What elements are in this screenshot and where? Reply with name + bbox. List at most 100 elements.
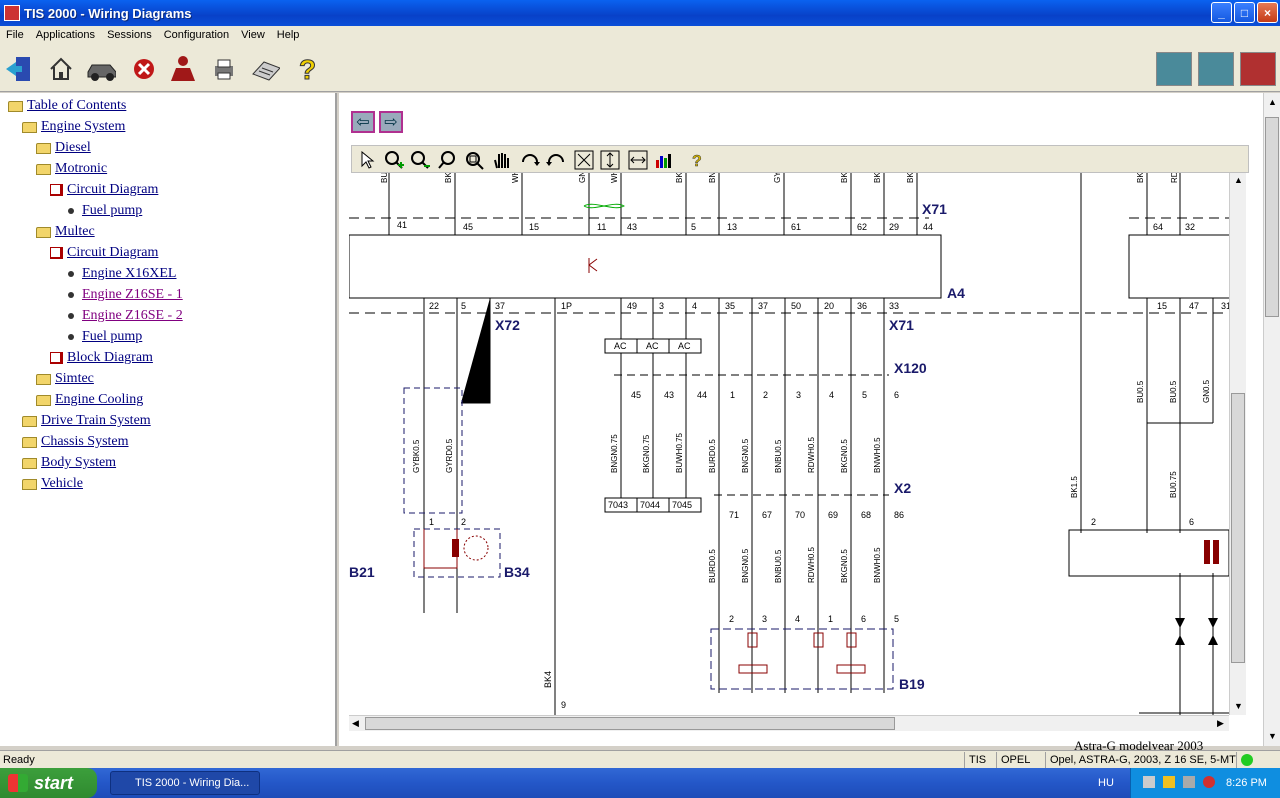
tree-node[interactable]: Table of Contents — [8, 97, 126, 115]
tree-node[interactable]: Circuit Diagram — [50, 181, 158, 199]
menu-file[interactable]: File — [0, 29, 30, 41]
tree-node[interactable]: Block Diagram — [50, 349, 153, 367]
back-button[interactable]: ⇦ — [351, 111, 375, 133]
rotate-cw-icon[interactable] — [520, 150, 540, 170]
pointer-icon[interactable] — [358, 150, 378, 170]
tree-node[interactable]: Engine Cooling — [36, 391, 143, 409]
wire-label: GY — [773, 173, 782, 183]
maximize-button[interactable]: □ — [1234, 2, 1255, 23]
viewer-toolbar: ? — [351, 145, 1249, 173]
tree-node[interactable]: Diesel — [36, 139, 91, 157]
tree-node[interactable]: Engine Z16SE - 2 — [64, 307, 183, 325]
tree-node[interactable]: Engine X16XEL — [64, 265, 176, 283]
minimize-button[interactable]: _ — [1211, 2, 1232, 23]
diagram-vertical-scrollbar[interactable]: ▲ ▼ — [1229, 173, 1246, 715]
tree-node[interactable]: Chassis System — [22, 433, 129, 451]
stop-icon[interactable] — [129, 54, 159, 84]
pin-label: 44 — [923, 222, 933, 232]
pin-label: 2 — [729, 614, 734, 624]
diagram-horizontal-scrollbar[interactable]: ◀ ▶ — [349, 715, 1229, 731]
vehicle-icon[interactable] — [86, 54, 116, 84]
scroll-left-icon[interactable]: ◀ — [352, 718, 359, 729]
menu-help[interactable]: Help — [271, 29, 306, 41]
zoom-out-icon[interactable] — [410, 150, 430, 170]
pin-label: 29 — [889, 222, 899, 232]
menu-sessions[interactable]: Sessions — [101, 29, 158, 41]
shield-icon[interactable] — [1163, 776, 1175, 788]
folder-icon — [36, 394, 51, 406]
scroll-thumb[interactable] — [1265, 117, 1279, 317]
module-1-icon[interactable] — [1156, 52, 1192, 86]
fit-width-icon[interactable] — [628, 150, 648, 170]
scroll-down-icon[interactable]: ▼ — [1234, 701, 1243, 711]
print-icon[interactable] — [209, 54, 239, 84]
help-icon[interactable]: ? — [688, 150, 708, 170]
user-icon[interactable] — [168, 54, 198, 84]
tree-node[interactable]: Fuel pump — [64, 202, 142, 220]
tree-node[interactable]: Vehicle — [22, 475, 83, 493]
network-icon[interactable] — [1143, 776, 1155, 788]
folder-open-icon — [36, 163, 51, 175]
menu-configuration[interactable]: Configuration — [158, 29, 235, 41]
page-vertical-scrollbar[interactable]: ▲ ▼ — [1263, 93, 1280, 746]
scroll-thumb[interactable] — [365, 717, 895, 730]
speaker-icon[interactable] — [1183, 776, 1195, 788]
connector-label: A4 — [947, 285, 965, 301]
wire-label: BNWH0.5 — [873, 437, 882, 473]
wire-label: RDWH0.5 — [807, 546, 816, 583]
tree-node[interactable]: Motronic — [36, 160, 107, 178]
menu-view[interactable]: View — [235, 29, 271, 41]
pin-label: 68 — [861, 510, 871, 520]
zoom-area-icon[interactable] — [464, 150, 484, 170]
start-button[interactable]: start — [0, 768, 97, 798]
taskbar-item-tis[interactable]: TIS 2000 - Wiring Dia... — [110, 771, 260, 795]
fit-page-icon[interactable] — [574, 150, 594, 170]
help-icon[interactable]: ? — [292, 54, 322, 84]
tree-node[interactable]: Engine Z16SE - 1 — [64, 286, 183, 304]
pin-label: 1P — [561, 301, 572, 311]
scroll-thumb[interactable] — [1231, 393, 1245, 663]
wire-label: RD — [1170, 173, 1179, 183]
home-icon[interactable] — [46, 54, 76, 84]
color-icon[interactable] — [654, 150, 674, 170]
fit-height-icon[interactable] — [600, 150, 620, 170]
module-2-icon[interactable] — [1198, 52, 1234, 86]
language-indicator[interactable]: HU — [1098, 777, 1114, 789]
pin-label: 33 — [889, 301, 899, 311]
zoom-icon[interactable] — [438, 150, 458, 170]
exit-icon[interactable] — [4, 54, 34, 84]
pin-label: 15 — [529, 222, 539, 232]
module-3-icon[interactable] — [1240, 52, 1276, 86]
clock[interactable]: 8:26 PM — [1226, 777, 1267, 789]
wire-label: BKGN0.5 — [840, 439, 849, 473]
menu-applications[interactable]: Applications — [30, 29, 101, 41]
scroll-right-icon[interactable]: ▶ — [1217, 718, 1224, 729]
close-button[interactable]: × — [1257, 2, 1278, 23]
pan-icon[interactable] — [492, 150, 512, 170]
zoom-in-icon[interactable] — [384, 150, 404, 170]
status-indicator — [1236, 752, 1257, 768]
wire-label: BUWH0.75 — [675, 432, 684, 473]
tree-node[interactable]: Multec — [36, 223, 95, 241]
wiring-diagram[interactable]: BU BK WH GN WH BK BN GY BK BK BK BK RD 4… — [349, 173, 1229, 715]
scroll-down-icon[interactable]: ▼ — [1268, 731, 1277, 741]
tree-node[interactable]: Simtec — [36, 370, 94, 388]
wire-label: BK — [675, 173, 684, 183]
scroll-up-icon[interactable]: ▲ — [1234, 175, 1243, 185]
tree-node[interactable]: Circuit Diagram — [50, 244, 158, 262]
rotate-ccw-icon[interactable] — [546, 150, 566, 170]
scroll-up-icon[interactable]: ▲ — [1268, 97, 1277, 107]
tree-node[interactable]: Engine System — [22, 118, 125, 136]
forward-button[interactable]: ⇨ — [379, 111, 403, 133]
pin-label: 6 — [861, 614, 866, 624]
keyboard-icon[interactable] — [250, 54, 280, 84]
wire-label: GYRD0.5 — [445, 438, 454, 473]
pin-label: 67 — [762, 510, 772, 520]
wire-label: BNGN0.75 — [610, 434, 619, 473]
splice-boxes: 7043 7044 7045 — [604, 497, 702, 513]
alert-icon[interactable] — [1203, 776, 1215, 788]
wire-label: WH — [610, 173, 619, 183]
tree-node[interactable]: Drive Train System — [22, 412, 151, 430]
tree-node[interactable]: Fuel pump — [64, 328, 142, 346]
tree-node[interactable]: Body System — [22, 454, 116, 472]
